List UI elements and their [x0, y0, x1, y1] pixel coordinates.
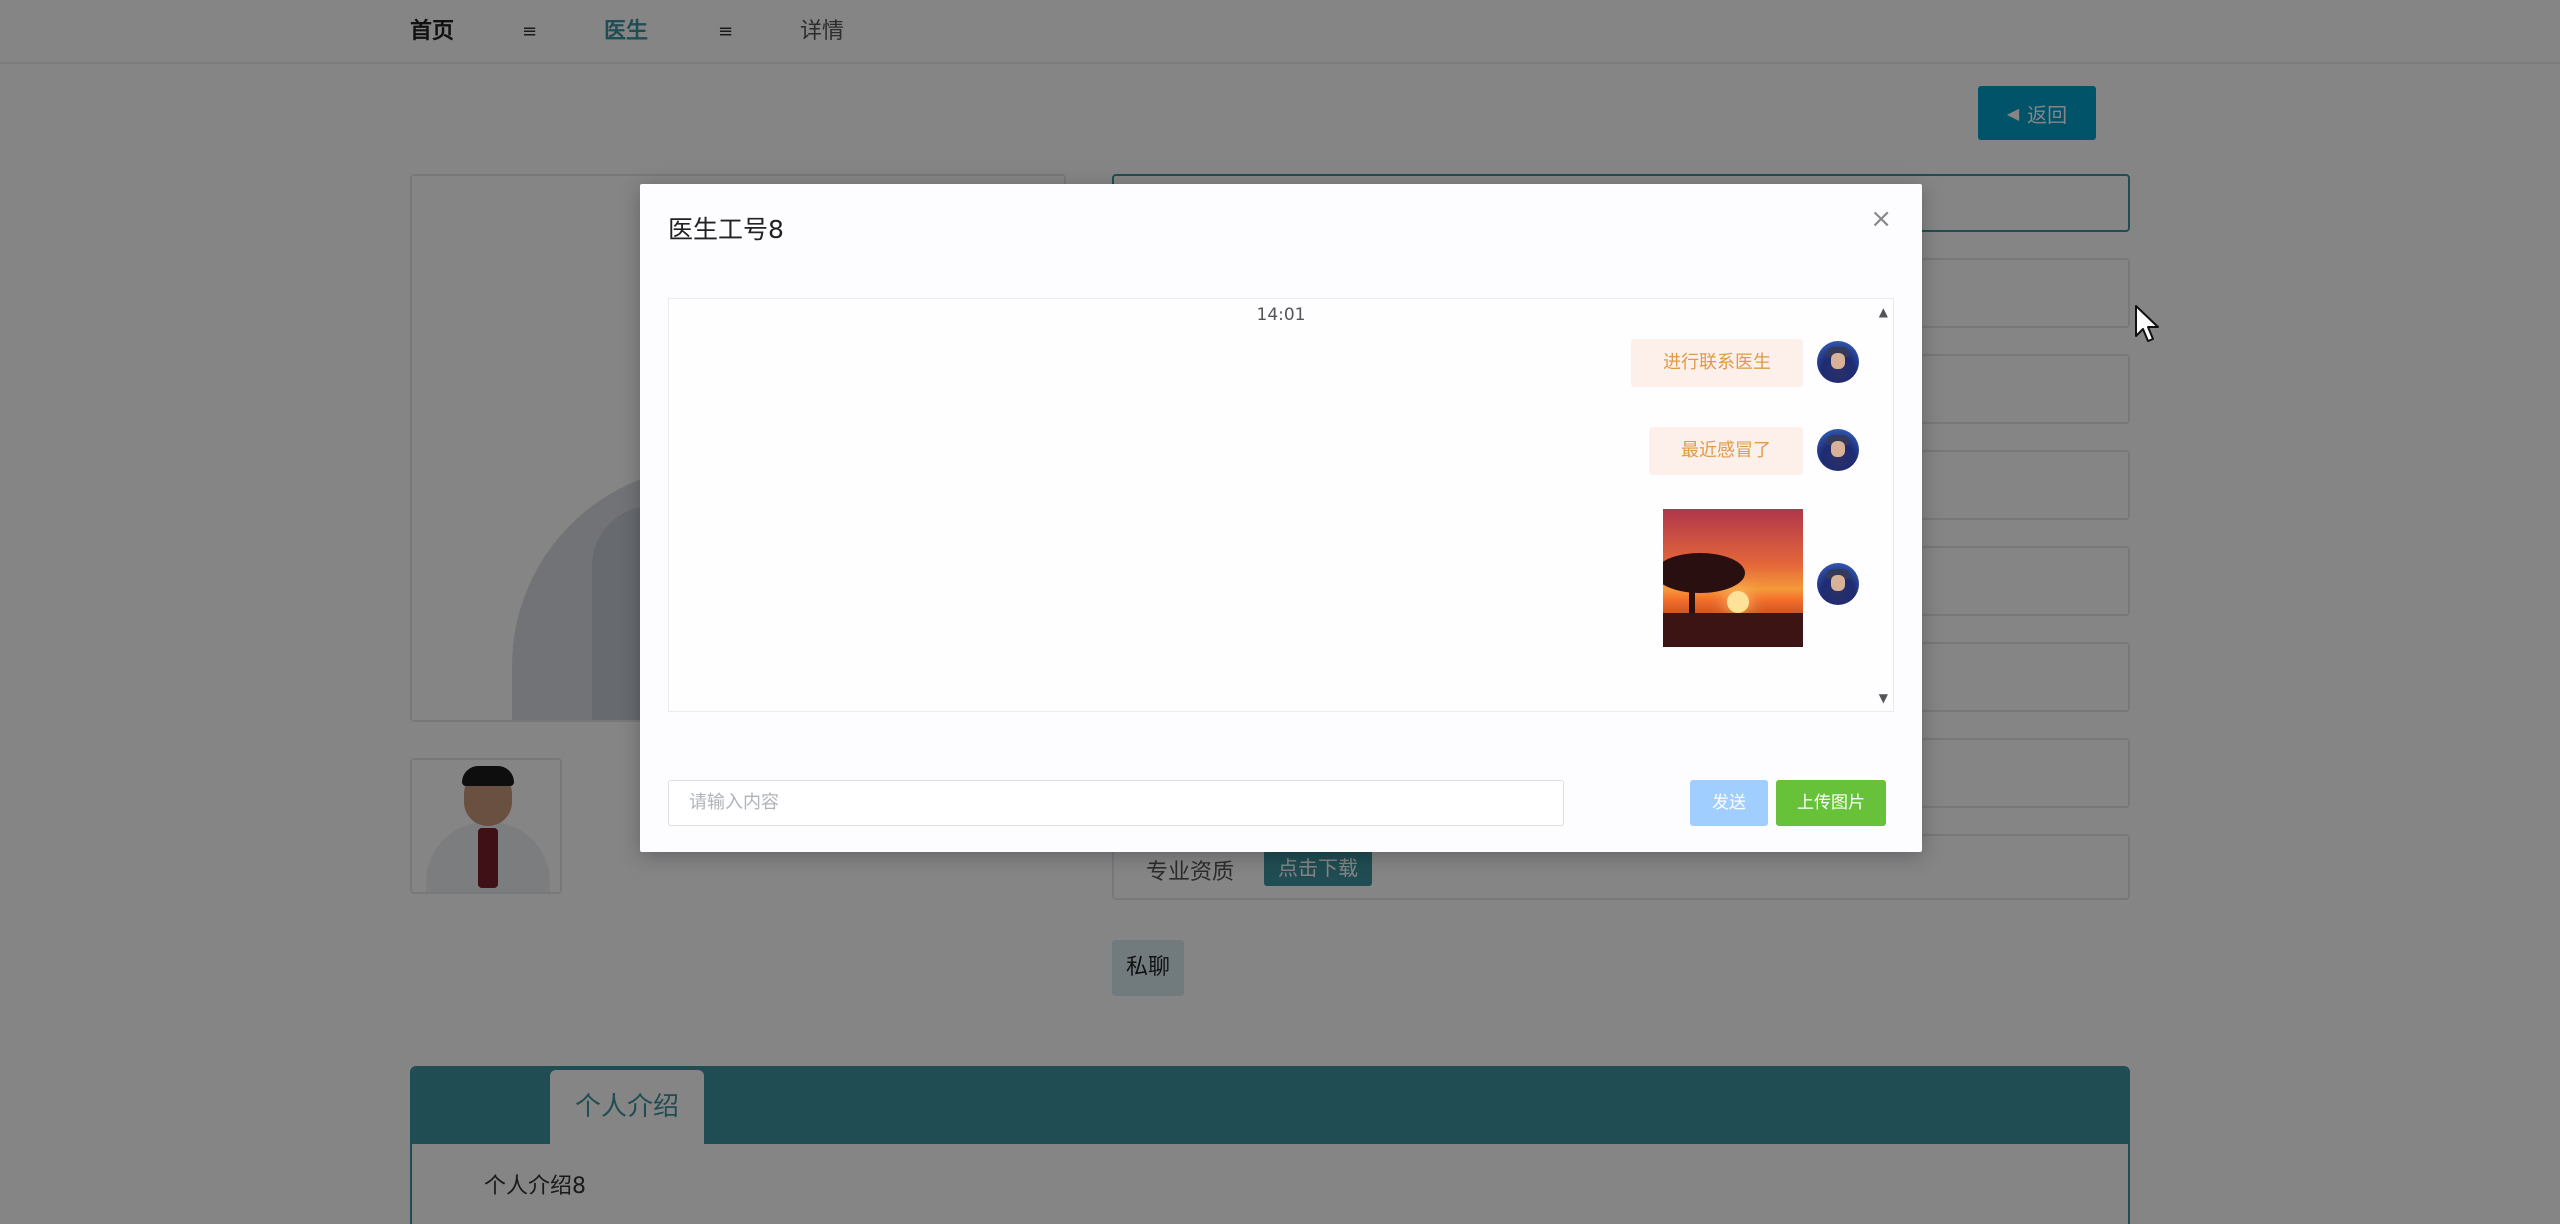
image-tree — [1663, 553, 1745, 593]
scroll-down-icon[interactable]: ▼ — [1879, 691, 1888, 705]
dialog-title: 医生工号8 — [668, 215, 784, 244]
image-shore — [1663, 613, 1803, 647]
user-avatar — [1817, 341, 1859, 383]
avatar-face — [1831, 441, 1845, 457]
message-input[interactable]: 请输入内容 — [668, 780, 1564, 826]
close-icon[interactable]: × — [1870, 206, 1892, 232]
chat-messages[interactable]: 14:01 进行联系医生 最近感冒了 ▲ ▼ — [668, 298, 1894, 712]
user-avatar — [1817, 429, 1859, 471]
scroll-up-icon[interactable]: ▲ — [1879, 305, 1888, 319]
message-bubble: 最近感冒了 — [1649, 427, 1803, 475]
mouse-cursor-icon — [2135, 305, 2159, 342]
sunset-image-message[interactable] — [1663, 509, 1803, 647]
chat-dialog: 医生工号8 × 14:01 进行联系医生 最近感冒了 ▲ ▼ 请输入内容 发送 … — [640, 184, 1922, 852]
image-sun — [1727, 591, 1749, 613]
user-avatar — [1817, 563, 1859, 605]
send-button[interactable]: 发送 — [1690, 780, 1768, 826]
message-timestamp: 14:01 — [1256, 305, 1306, 325]
chat-scrollbar[interactable]: ▲ ▼ — [1873, 299, 1893, 711]
avatar-face — [1831, 353, 1845, 369]
upload-image-button[interactable]: 上传图片 — [1776, 780, 1886, 826]
avatar-face — [1831, 575, 1845, 591]
message-bubble: 进行联系医生 — [1631, 339, 1803, 387]
